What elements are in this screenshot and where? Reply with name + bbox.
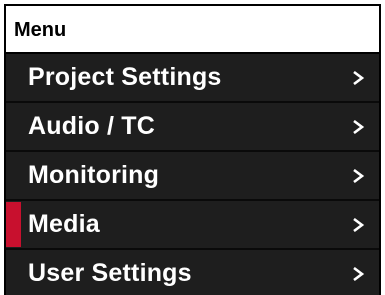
selection-indicator: [6, 251, 21, 295]
selection-indicator: [6, 153, 21, 198]
menu-list: Project Settings Audio / TC Monitoring M…: [6, 54, 379, 295]
chevron-right-icon: [351, 217, 365, 232]
menu-item-media[interactable]: Media: [6, 201, 379, 250]
chevron-right-icon: [351, 266, 365, 281]
selection-indicator: [6, 104, 21, 149]
menu-item-label: Audio / TC: [28, 112, 155, 140]
menu-item-label: Monitoring: [28, 161, 160, 189]
menu-item-label: Media: [28, 210, 100, 238]
menu-panel: Menu Project Settings Audio / TC Monitor…: [4, 4, 381, 295]
menu-title: Menu: [6, 6, 379, 54]
menu-item-label: User Settings: [28, 259, 192, 287]
menu-item-label: Project Settings: [28, 63, 222, 91]
menu-item-audio-tc[interactable]: Audio / TC: [6, 103, 379, 152]
selection-indicator: [6, 202, 21, 247]
menu-item-monitoring[interactable]: Monitoring: [6, 152, 379, 201]
selection-indicator: [6, 55, 21, 100]
menu-item-user-settings[interactable]: User Settings: [6, 250, 379, 295]
chevron-right-icon: [351, 119, 365, 134]
chevron-right-icon: [351, 70, 365, 85]
chevron-right-icon: [351, 168, 365, 183]
menu-item-project-settings[interactable]: Project Settings: [6, 54, 379, 103]
